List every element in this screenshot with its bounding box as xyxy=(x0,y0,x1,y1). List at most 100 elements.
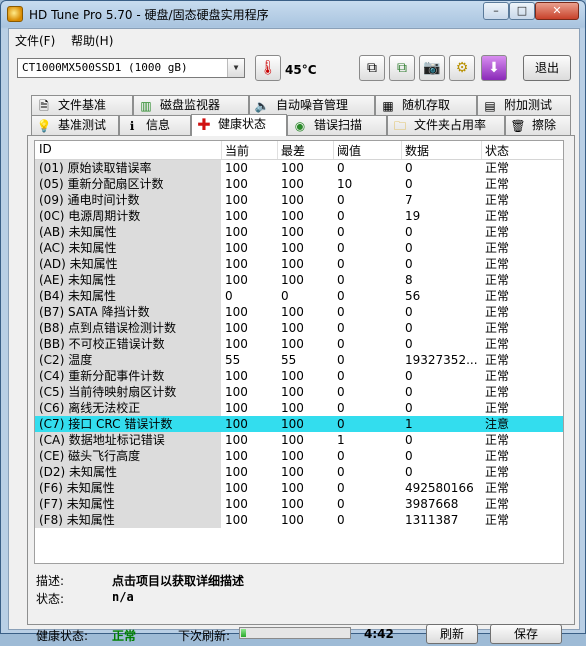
exit-button[interactable]: 退出 xyxy=(523,55,571,81)
tab-erase[interactable]: 🗑 擦除 xyxy=(505,115,571,135)
cell-status: 正常 xyxy=(485,353,510,367)
cell-worst: 100 xyxy=(281,193,304,207)
column-header-worst[interactable]: 最差 xyxy=(281,142,305,159)
options-button[interactable]: ⚙ xyxy=(449,55,475,81)
download-button[interactable]: ⬇ xyxy=(481,55,507,81)
tab-random-access[interactable]: ▦ 随机存取 xyxy=(375,95,477,115)
cell-cur: 100 xyxy=(225,433,248,447)
cell-thr: 0 xyxy=(337,193,345,207)
chevron-down-icon[interactable]: ▼ xyxy=(227,59,244,77)
menu-file[interactable]: 文件(F) xyxy=(15,32,55,49)
table-row[interactable]: (0C) 电源周期计数 100 100 0 19 正常 xyxy=(35,208,563,224)
cell-id: (AB) 未知属性 xyxy=(39,225,117,239)
file-icon: 🗎 xyxy=(39,99,49,113)
menu-help[interactable]: 帮助(H) xyxy=(71,32,113,49)
cell-worst: 100 xyxy=(281,225,304,239)
cell-thr: 0 xyxy=(337,417,345,431)
cell-cur: 100 xyxy=(225,417,248,431)
tab-extra-tests[interactable]: ▤ 附加测试 xyxy=(477,95,571,115)
tab-label: 基准测试 xyxy=(58,118,107,132)
table-row[interactable]: (B8) 点到点错误检测计数 100 100 0 0 正常 xyxy=(35,320,563,336)
tab-health[interactable]: ✚ 健康状态 xyxy=(191,114,287,136)
table-row[interactable]: (BB) 不可校正错误计数 100 100 0 0 正常 xyxy=(35,336,563,352)
tab-file-benchmark[interactable]: 🗎 文件基准 xyxy=(31,95,133,115)
table-row[interactable]: (AC) 未知属性 100 100 0 0 正常 xyxy=(35,240,563,256)
cell-id: (AD) 未知属性 xyxy=(39,257,118,271)
cell-cur: 100 xyxy=(225,321,248,335)
table-row[interactable]: (09) 通电时间计数 100 100 0 7 正常 xyxy=(35,192,563,208)
temperature-value: 45°C xyxy=(285,63,317,77)
cell-worst: 100 xyxy=(281,161,304,175)
cell-thr: 0 xyxy=(337,449,345,463)
tab-error-scan[interactable]: ◉ 错误扫描 xyxy=(287,115,387,135)
title-bar[interactable]: HD Tune Pro 5.70 - 硬盘/固态硬盘实用程序 – □ ✕ xyxy=(1,1,585,27)
cell-worst: 100 xyxy=(281,257,304,271)
table-row[interactable]: (B4) 未知属性 0 0 0 56 正常 xyxy=(35,288,563,304)
copy-info-button[interactable]: ⧉ xyxy=(359,55,385,81)
table-row[interactable]: (CA) 数据地址标记错误 100 100 1 0 正常 xyxy=(35,432,563,448)
smart-table[interactable]: ID 当前 最差 阈值 数据 状态 (01) 原始读取错误率 100 100 0 0 正常… xyxy=(34,140,564,564)
speaker-icon: 🔈 xyxy=(254,99,270,113)
tab-benchmark[interactable]: 💡 基准测试 xyxy=(31,115,119,135)
table-row[interactable]: (AB) 未知属性 100 100 0 0 正常 xyxy=(35,224,563,240)
close-button[interactable]: ✕ xyxy=(535,2,579,20)
column-header-current[interactable]: 当前 xyxy=(225,142,249,159)
cell-status: 正常 xyxy=(485,369,510,383)
table-row[interactable]: (AD) 未知属性 100 100 0 0 正常 xyxy=(35,256,563,272)
cell-id: (F6) 未知属性 xyxy=(39,481,115,495)
cell-worst: 100 xyxy=(281,465,304,479)
tab-folder-usage[interactable]: 🗀 文件夹占用率 xyxy=(387,115,505,135)
column-header-data[interactable]: 数据 xyxy=(405,142,429,159)
cell-data: 0 xyxy=(405,385,413,399)
table-row[interactable]: (01) 原始读取错误率 100 100 0 0 正常 xyxy=(35,160,563,176)
cell-data: 1311387 xyxy=(405,513,459,527)
tab-row-1: 🗎 文件基准 ▥ 磁盘监视器 🔈 自动噪音管理 ▦ 随机存取 ▤ 附加测试 xyxy=(31,95,571,115)
table-row[interactable]: (F8) 未知属性 100 100 0 1311387 正常 xyxy=(35,512,563,528)
cell-worst: 100 xyxy=(281,209,304,223)
refresh-button[interactable]: 刷新 xyxy=(426,624,478,644)
table-row[interactable]: (05) 重新分配扇区计数 100 100 10 0 正常 xyxy=(35,176,563,192)
drive-select[interactable]: CT1000MX500SSD1 (1000 gB) ▼ xyxy=(17,58,245,78)
maximize-button[interactable]: □ xyxy=(509,2,535,20)
column-header-id[interactable]: ID xyxy=(39,142,52,156)
cell-id: (01) 原始读取错误率 xyxy=(39,161,152,175)
table-row[interactable]: (C6) 离线无法校正 100 100 0 0 正常 xyxy=(35,400,563,416)
save-button[interactable]: 保存 xyxy=(490,624,562,644)
tab-label: 文件夹占用率 xyxy=(414,118,487,132)
cell-status: 正常 xyxy=(485,321,510,335)
cell-cur: 100 xyxy=(225,193,248,207)
tab-noise-management[interactable]: 🔈 自动噪音管理 xyxy=(249,95,375,115)
table-row[interactable]: (B7) SATA 降挡计数 100 100 0 0 正常 xyxy=(35,304,563,320)
table-row[interactable]: (CE) 磁头飞行高度 100 100 0 0 正常 xyxy=(35,448,563,464)
table-row[interactable]: (F7) 未知属性 100 100 0 3987668 正常 xyxy=(35,496,563,512)
refresh-countdown: 4:42 xyxy=(364,627,394,641)
tab-disk-monitor[interactable]: ▥ 磁盘监视器 xyxy=(133,95,249,115)
cell-data: 0 xyxy=(405,401,413,415)
cell-id: (D2) 未知属性 xyxy=(39,465,118,479)
column-header-threshold[interactable]: 阈值 xyxy=(337,142,361,159)
screenshot-button[interactable]: 📷 xyxy=(419,55,445,81)
cell-id: (05) 重新分配扇区计数 xyxy=(39,177,164,191)
health-status-value: 正常 xyxy=(112,629,137,643)
table-row[interactable]: (C7) 接口 CRC 错误计数 100 100 0 1 注意 xyxy=(35,416,563,432)
table-row[interactable]: (C2) 温度 55 55 0 19327352... 正常 xyxy=(35,352,563,368)
cell-thr: 0 xyxy=(337,273,345,287)
table-row[interactable]: (D2) 未知属性 100 100 0 0 正常 xyxy=(35,464,563,480)
column-header-status[interactable]: 状态 xyxy=(485,142,509,159)
table-row[interactable]: (AE) 未知属性 100 100 0 8 正常 xyxy=(35,272,563,288)
cell-status: 正常 xyxy=(485,449,510,463)
tab-label: 擦除 xyxy=(532,118,557,132)
tab-label: 信息 xyxy=(146,118,171,132)
minimize-button[interactable]: – xyxy=(483,2,509,20)
tab-info[interactable]: ℹ 信息 xyxy=(119,115,191,135)
cell-data: 0 xyxy=(405,433,413,447)
table-row[interactable]: (C5) 当前待映射扇区计数 100 100 0 0 正常 xyxy=(35,384,563,400)
cell-cur: 100 xyxy=(225,385,248,399)
table-row[interactable]: (F6) 未知属性 100 100 0 492580166 正常 xyxy=(35,480,563,496)
table-row[interactable]: (C4) 重新分配事件计数 100 100 0 0 正常 xyxy=(35,368,563,384)
cell-cur: 100 xyxy=(225,337,248,351)
health-status-label: 健康状态: xyxy=(36,629,89,643)
cell-status: 正常 xyxy=(485,385,510,399)
main-window: HD Tune Pro 5.70 - 硬盘/固态硬盘实用程序 – □ ✕ 文件(… xyxy=(0,0,586,644)
copy-all-button[interactable]: ⧉ xyxy=(389,55,415,81)
